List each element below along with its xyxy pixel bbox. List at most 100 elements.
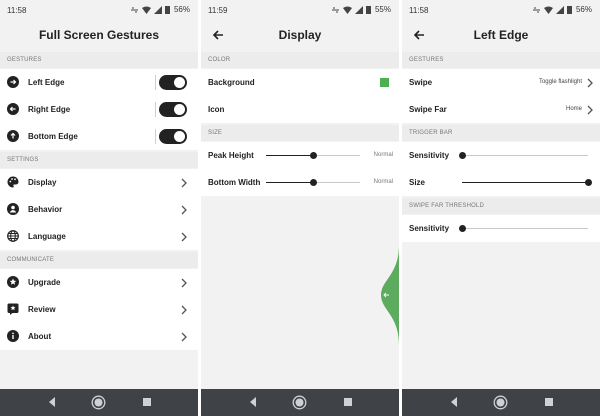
nav-bar: [0, 389, 198, 416]
slider-thumb[interactable]: [459, 225, 466, 232]
divider: [155, 102, 156, 117]
battery-percent: 56%: [575, 5, 592, 14]
peak-height-slider[interactable]: [266, 152, 360, 159]
signal-icon: [153, 5, 162, 14]
screen-left-edge: 11:58 56% Left Edge GESTURES Swipe Toggl…: [402, 0, 600, 416]
page-title: Full Screen Gestures: [38, 28, 160, 42]
row-sensitivity: Sensitivity: [402, 142, 600, 169]
recents-square-icon[interactable]: [343, 397, 353, 407]
back-triangle-icon[interactable]: [449, 396, 459, 408]
chevron-right-icon: [587, 105, 593, 115]
section-header-color: COLOR: [201, 52, 399, 68]
nav-bar: [201, 389, 399, 416]
recents-square-icon[interactable]: [544, 397, 554, 407]
row-behavior[interactable]: Behavior: [0, 196, 198, 223]
edge-handle-preview: [381, 245, 399, 345]
signal-icon: [354, 5, 363, 14]
row-about[interactable]: About: [0, 323, 198, 350]
section-header-trigger-bar: TRIGGER BAR: [402, 125, 600, 141]
signal-icon: [555, 5, 564, 14]
home-circle-icon[interactable]: [91, 395, 106, 410]
wifi-icon: [141, 6, 151, 14]
status-time: 11:58: [7, 6, 27, 15]
bottom-width-slider[interactable]: [266, 179, 360, 186]
star-circle-icon: [7, 276, 19, 288]
row-display[interactable]: Display: [0, 169, 198, 196]
swipe-far-action-value: Home: [565, 106, 582, 112]
row-left-edge[interactable]: Left Edge: [0, 69, 198, 96]
row-review[interactable]: Review: [0, 296, 198, 323]
threshold-sensitivity-slider[interactable]: [459, 225, 588, 232]
back-triangle-icon[interactable]: [248, 396, 258, 408]
bottom-edge-toggle[interactable]: [159, 129, 187, 144]
status-icons: 56%: [532, 5, 592, 14]
chevron-right-icon: [181, 232, 187, 242]
row-swipe[interactable]: Swipe Toggle flashlight: [402, 69, 600, 96]
row-label: Swipe: [409, 78, 433, 87]
wifi-icon: [543, 6, 553, 14]
slider-value: Normal: [373, 152, 393, 158]
battery-icon: [566, 5, 572, 14]
chevron-right-icon: [181, 205, 187, 215]
chevron-right-icon: [181, 305, 187, 315]
status-bar: 11:58 56%: [402, 0, 600, 20]
slider-thumb[interactable]: [310, 152, 317, 159]
row-label: About: [28, 332, 52, 341]
slider-thumb[interactable]: [310, 179, 317, 186]
chevron-right-icon: [181, 278, 187, 288]
screen-full-screen-gestures: 11:58 56% Full Screen Gestures GESTURES …: [0, 0, 198, 416]
recents-square-icon[interactable]: [142, 397, 152, 407]
link-icon: [130, 7, 138, 12]
wifi-icon: [342, 6, 352, 14]
row-label: Review: [28, 305, 56, 314]
row-label: Right Edge: [28, 105, 71, 114]
slider-fill: [266, 155, 313, 156]
row-label: Background: [208, 78, 255, 87]
back-triangle-icon[interactable]: [47, 396, 57, 408]
size-slider[interactable]: [462, 179, 592, 186]
row-peak-height: Peak Height Normal: [201, 142, 399, 169]
row-label: Peak Height: [208, 151, 254, 160]
toggle-knob: [174, 104, 185, 115]
row-icon-color[interactable]: Icon: [201, 96, 399, 123]
toggle-knob: [174, 131, 185, 142]
divider: [155, 75, 156, 90]
info-icon: [7, 330, 19, 342]
row-label: Upgrade: [28, 278, 61, 287]
row-right-edge[interactable]: Right Edge: [0, 96, 198, 123]
row-label: Language: [28, 232, 66, 241]
nav-bar: [402, 389, 600, 416]
battery-icon: [365, 5, 371, 14]
left-edge-toggle[interactable]: [159, 75, 187, 90]
home-circle-icon[interactable]: [292, 395, 307, 410]
battery-icon: [164, 5, 170, 14]
row-background-color[interactable]: Background: [201, 69, 399, 96]
slider-thumb[interactable]: [585, 179, 592, 186]
palette-icon: [7, 176, 19, 188]
icon-color-swatch[interactable]: [380, 105, 389, 114]
home-circle-icon[interactable]: [493, 395, 508, 410]
row-label: Size: [409, 178, 426, 187]
row-upgrade[interactable]: Upgrade: [0, 269, 198, 296]
right-edge-toggle[interactable]: [159, 102, 187, 117]
divider: [155, 129, 156, 144]
link-icon: [532, 7, 540, 12]
row-label: Left Edge: [28, 78, 65, 87]
section-header-size: SIZE: [201, 125, 399, 141]
battery-percent: 55%: [374, 5, 391, 14]
section-header-gestures: GESTURES: [402, 52, 600, 68]
person-icon: [7, 203, 19, 215]
globe-icon: [7, 230, 19, 242]
slider-value: Normal: [373, 179, 393, 185]
row-swipe-far[interactable]: Swipe Far Home: [402, 96, 600, 123]
slider-fill: [462, 182, 588, 183]
section-header-communicate: COMMUNICATE: [0, 252, 198, 268]
row-language[interactable]: Language: [0, 223, 198, 250]
chevron-right-icon: [181, 332, 187, 342]
row-bottom-edge[interactable]: Bottom Edge: [0, 123, 198, 150]
sensitivity-slider[interactable]: [459, 152, 588, 159]
slider-thumb[interactable]: [459, 152, 466, 159]
background-color-swatch[interactable]: [380, 78, 389, 87]
screen-display: 11:59 55% Display COLOR Background Icon …: [201, 0, 399, 416]
title-bar: Display: [201, 22, 399, 50]
